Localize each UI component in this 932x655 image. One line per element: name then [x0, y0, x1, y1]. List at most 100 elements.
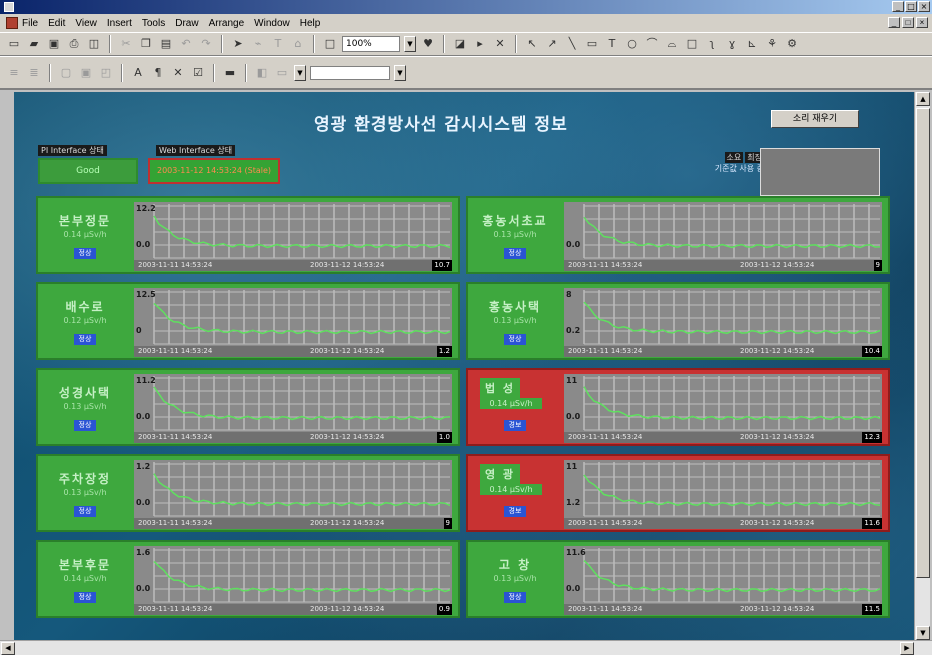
style-dropdown-icon[interactable]: ▼	[294, 64, 306, 81]
paste-icon[interactable]: ▤	[158, 36, 174, 52]
scroll-thumb[interactable]	[916, 108, 930, 578]
rectangle-tool-icon[interactable]: ▭	[584, 36, 600, 52]
graph-tool-icon[interactable]: ⊾	[744, 36, 760, 52]
doc-restore-button[interactable]: □	[902, 17, 914, 28]
station-status-badge[interactable]: 경보	[504, 506, 526, 517]
station-panel[interactable]: 홍농서초교 0.13 μSv/h 정상 0.0 2003-11-11 14:53:24 2…	[466, 196, 890, 274]
stencil-icon[interactable]: ◪	[452, 36, 468, 52]
scroll-up-icon[interactable]: ▲	[916, 92, 930, 106]
station-panel[interactable]: 법 성 0.14 μSv/h 경보 11 0.0 2003-11-11 14:53:24 2…	[466, 368, 890, 446]
font-dropdown-icon[interactable]: ▼	[394, 64, 406, 81]
new-icon[interactable]: ▭	[6, 36, 22, 52]
doc-close-button[interactable]: ×	[916, 17, 928, 28]
group-icon[interactable]: ▢	[58, 65, 74, 81]
station-status-badge[interactable]: 정상	[74, 420, 96, 431]
scroll-down-icon[interactable]: ▼	[916, 626, 930, 640]
scroll-left-icon[interactable]: ◀	[1, 642, 15, 655]
station-panel[interactable]: 고 창 0.13 μSv/h 정상 11.6 0.0 2003-11-11 14:53:2…	[466, 540, 890, 618]
menu-arrange[interactable]: Arrange	[209, 18, 245, 29]
text-tool-icon[interactable]: T	[270, 36, 286, 52]
station-status-badge[interactable]: 정상	[74, 334, 96, 345]
station-trend-chart[interactable]: 11 1.2	[564, 460, 882, 518]
station-panel[interactable]: 영 광 0.14 μSv/h 경보 11 1.2 2003-11-11 14:53:24 2…	[466, 454, 890, 532]
arc-tool-icon[interactable]: ⌒	[644, 36, 660, 52]
horizontal-scrollbar[interactable]: ◀ ▶	[0, 640, 932, 655]
station-status-badge[interactable]: 정상	[504, 592, 526, 603]
zoom-dropdown-icon[interactable]: ▼	[404, 36, 416, 52]
align-center-icon[interactable]: ≣	[26, 65, 42, 81]
bend-tool-icon[interactable]: ʅ	[704, 36, 720, 52]
copy-icon[interactable]: ❐	[138, 36, 154, 52]
undo-icon[interactable]: ↶	[178, 36, 194, 52]
open-folder-icon[interactable]: ▰	[26, 36, 42, 52]
select-arrow-icon[interactable]: ↖	[524, 36, 540, 52]
zoom-select[interactable]: 100%	[342, 36, 400, 52]
curve-tool-icon[interactable]: ɣ	[724, 36, 740, 52]
station-panel[interactable]: 성경사택 0.13 μSv/h 정상 11.2 0.0 2003-11-11 14:53:…	[36, 368, 460, 446]
station-trend-chart[interactable]: 1.2 0.0	[134, 460, 452, 518]
vertical-scrollbar[interactable]: ▲ ▼	[914, 92, 930, 640]
display-icon[interactable]: ▬	[222, 65, 238, 81]
menu-file[interactable]: File	[22, 18, 38, 29]
station-panel[interactable]: 본부후문 0.14 μSv/h 정상 1.6 0.0 2003-11-11 14:53:2…	[36, 540, 460, 618]
print-preview-icon[interactable]: ◫	[86, 36, 102, 52]
station-panel[interactable]: 배수로 0.12 μSv/h 정상 12.5 0 2003-11-11 14:53:24 2…	[36, 282, 460, 360]
station-trend-chart[interactable]: 11 0.0	[564, 374, 882, 432]
menu-view[interactable]: View	[75, 18, 97, 29]
properties-icon[interactable]: ☑	[190, 65, 206, 81]
zoom-tool-icon[interactable]: ↗	[544, 36, 560, 52]
menu-tools[interactable]: Tools	[142, 18, 165, 29]
station-trend-chart[interactable]: 11.6 0.0	[564, 546, 882, 604]
station-status-badge[interactable]: 정상	[74, 506, 96, 517]
station-status-badge[interactable]: 정상	[504, 248, 526, 259]
station-status-badge[interactable]: 경보	[504, 420, 526, 431]
menu-draw[interactable]: Draw	[175, 18, 198, 29]
ungroup-icon[interactable]: ▣	[78, 65, 94, 81]
station-status-badge[interactable]: 정상	[504, 334, 526, 345]
more-tools-icon[interactable]: ⚙	[784, 36, 800, 52]
paragraph-icon[interactable]: ¶	[150, 65, 166, 81]
layer-icon[interactable]: ◰	[98, 65, 114, 81]
chart-tool-icon[interactable]: ⚘	[764, 36, 780, 52]
station-trend-chart[interactable]: 12.5 0	[134, 288, 452, 346]
document-icon[interactable]	[6, 17, 18, 29]
redo-icon[interactable]: ↷	[198, 36, 214, 52]
save-icon[interactable]: ▣	[46, 36, 62, 52]
station-panel[interactable]: 홍농사택 0.13 μSv/h 정상 8 0.2 2003-11-11 14:53:24 2…	[466, 282, 890, 360]
close-button[interactable]: ×	[918, 1, 930, 12]
cut-icon[interactable]: ✂	[118, 36, 134, 52]
maximize-button[interactable]: □	[905, 1, 917, 12]
station-panel[interactable]: 주차장정 0.13 μSv/h 정상 1.2 0.0 2003-11-11 14:53:2…	[36, 454, 460, 532]
style-input[interactable]	[310, 65, 390, 80]
tools-icon[interactable]: ✕	[492, 36, 508, 52]
station-trend-chart[interactable]: 11.2 0.0	[134, 374, 452, 432]
polyline-tool-icon[interactable]: ⌓	[664, 36, 680, 52]
station-status-badge[interactable]: 정상	[74, 592, 96, 603]
layout-icon[interactable]: □	[322, 36, 338, 52]
run-icon[interactable]: ▸	[472, 36, 488, 52]
text-style-icon[interactable]: A	[130, 65, 146, 81]
station-trend-chart[interactable]: 0.0	[564, 202, 882, 260]
menu-help[interactable]: Help	[300, 18, 321, 29]
help-icon[interactable]: ♥	[420, 36, 436, 52]
pointer-tool-icon[interactable]: ➤	[230, 36, 246, 52]
station-trend-chart[interactable]: 12.2 0.0	[134, 202, 452, 260]
station-status-badge[interactable]: 정상	[74, 248, 96, 259]
align-left-icon[interactable]: ≡	[6, 65, 22, 81]
station-trend-chart[interactable]: 8 0.2	[564, 288, 882, 346]
minimize-button[interactable]: _	[892, 1, 904, 12]
shape-tool-icon[interactable]: □	[684, 36, 700, 52]
station-panel[interactable]: 본부정문 0.14 μSv/h 정상 12.2 0.0 2003-11-11 14:53:…	[36, 196, 460, 274]
format-painter-icon[interactable]: ⌂	[290, 36, 306, 52]
ellipse-tool-icon[interactable]: ○	[624, 36, 640, 52]
line-style-icon[interactable]: ▭	[274, 65, 290, 81]
station-trend-chart[interactable]: 1.6 0.0	[134, 546, 452, 604]
line-tool-icon[interactable]: ╲	[564, 36, 580, 52]
doc-minimize-button[interactable]: _	[888, 17, 900, 28]
delete-icon[interactable]: ✕	[170, 65, 186, 81]
connector-icon[interactable]: ⌁	[250, 36, 266, 52]
silence-alarm-button[interactable]: 소리 재우기	[771, 110, 859, 128]
type-tool-icon[interactable]: T	[604, 36, 620, 52]
fill-icon[interactable]: ◧	[254, 65, 270, 81]
menu-window[interactable]: Window	[254, 18, 290, 29]
